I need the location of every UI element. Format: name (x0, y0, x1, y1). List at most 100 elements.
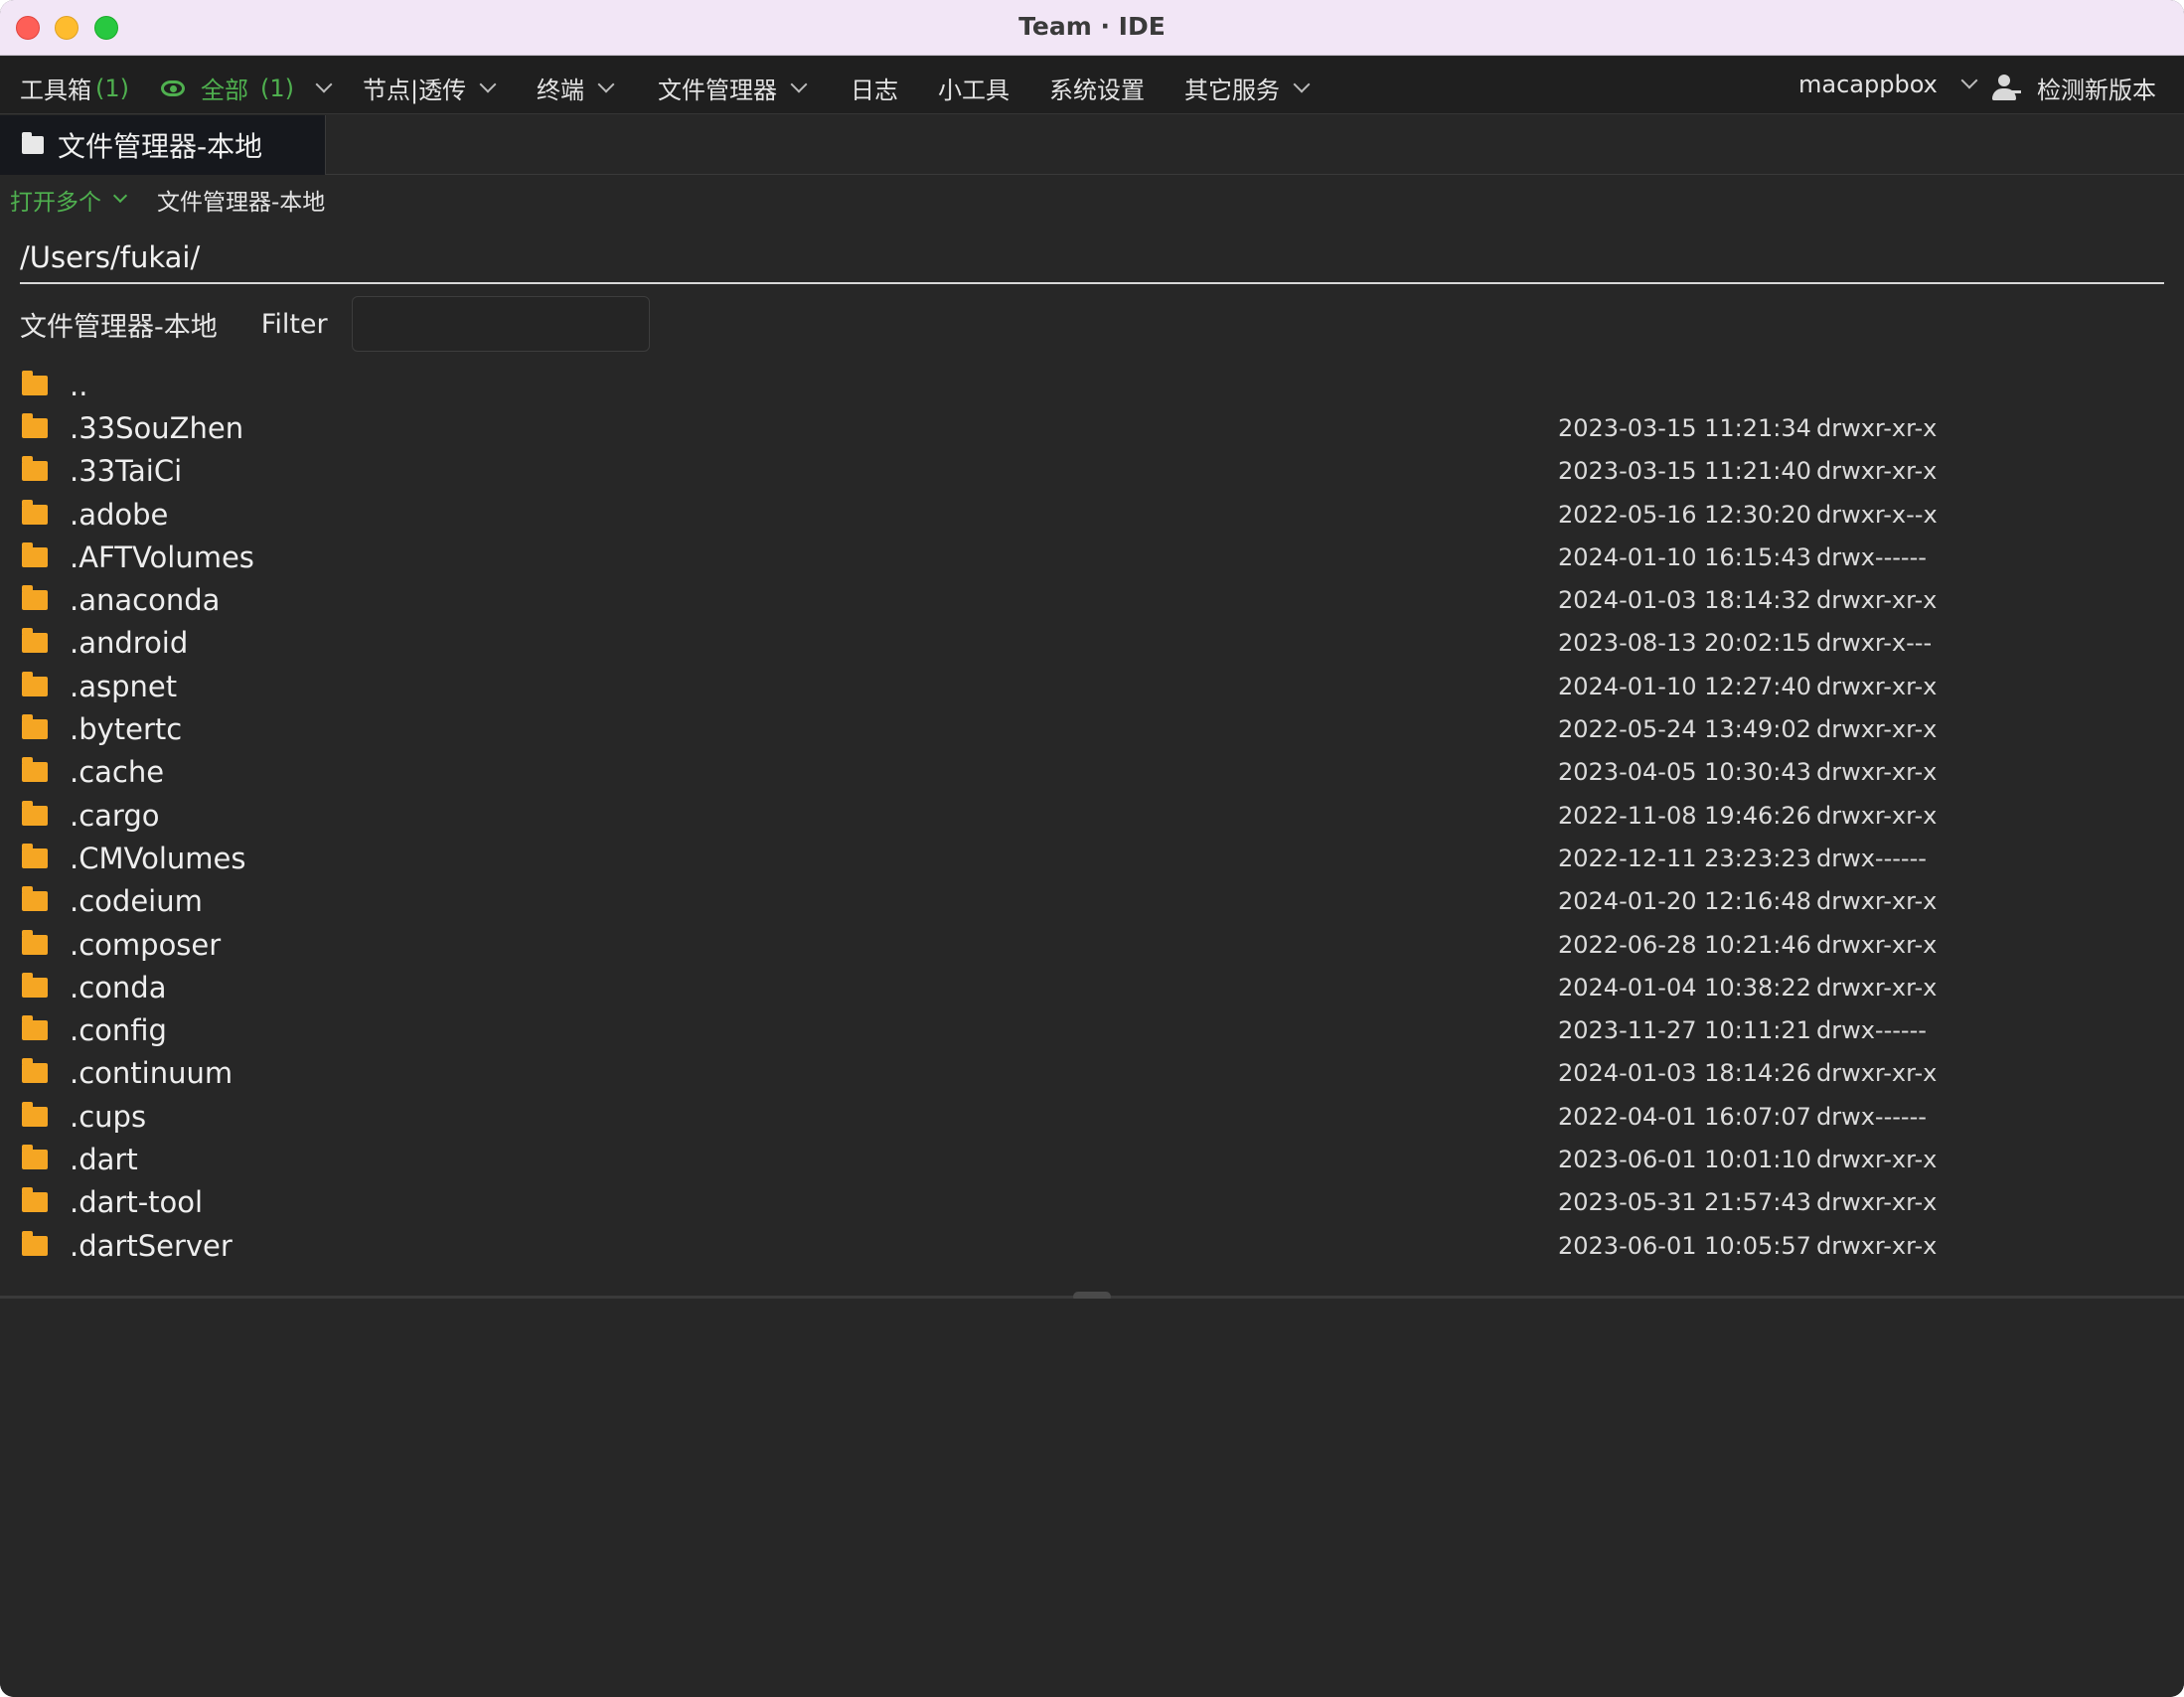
menu-logs[interactable]: 日志 (851, 71, 898, 105)
check-update-button[interactable]: 检测新版本 (1991, 71, 2156, 105)
file-modified-date: 2024-01-10 16:15:43 (1558, 542, 1811, 571)
file-name: .cups (70, 1099, 147, 1134)
file-name: .cargo (70, 798, 160, 833)
folder-icon (22, 671, 48, 696)
folder-icon (22, 1015, 48, 1041)
file-row[interactable]: .dart 2023-06-01 10:01:10 drwxr-xr-x (0, 1138, 2184, 1180)
file-modified-date: 2024-01-04 10:38:22 (1558, 973, 1811, 1002)
menu-nodes[interactable]: 节点|透传 (363, 71, 497, 105)
menu-account-label: macappbox (1798, 71, 1938, 98)
menu-settings[interactable]: 系统设置 (1049, 71, 1145, 105)
file-permissions: drwxr-xr-x (1816, 1231, 1938, 1260)
file-row[interactable]: .android 2023-08-13 20:02:15 drwxr-x--- (0, 622, 2184, 665)
file-permissions: drwxr-xr-x (1816, 413, 1938, 442)
file-modified-date: 2023-06-01 10:01:10 (1558, 1145, 1811, 1173)
menu-account[interactable]: macappbox (1798, 71, 1978, 98)
user-key-icon (1991, 74, 2021, 102)
sub-toolbar: 打开多个 文件管理器-本地 (10, 183, 325, 217)
folder-icon (22, 412, 48, 438)
menu-all-count: (1) (260, 74, 294, 102)
menu-other-services[interactable]: 其它服务 (1184, 71, 1311, 105)
menu-nodes-label: 节点|透传 (363, 77, 467, 104)
file-row[interactable]: .anaconda 2024-01-03 18:14:32 drwxr-xr-x (0, 578, 2184, 621)
file-row[interactable]: .33SouZhen 2023-03-15 11:21:34 drwxr-xr-x (0, 406, 2184, 449)
folder-icon (22, 757, 48, 783)
breadcrumb[interactable]: 文件管理器-本地 (157, 183, 325, 217)
folder-icon (22, 541, 48, 567)
file-row[interactable]: .continuum 2024-01-03 18:14:26 drwxr-xr-x (0, 1052, 2184, 1095)
file-name: .codeium (70, 884, 203, 919)
folder-icon (22, 972, 48, 998)
file-permissions: drwx------ (1816, 1102, 1927, 1131)
file-modified-date: 2023-03-15 11:21:40 (1558, 457, 1811, 486)
file-row[interactable]: .config 2023-11-27 10:11:21 drwx------ (0, 1008, 2184, 1051)
file-name: .conda (70, 970, 167, 1004)
menu-toolbox[interactable]: 工具箱 (1) (20, 71, 129, 105)
menu-terminal[interactable]: 终端 (537, 71, 615, 105)
file-row[interactable]: .cargo 2022-11-08 19:46:26 drwxr-xr-x (0, 794, 2184, 837)
filter-label: Filter (260, 308, 328, 340)
menu-all[interactable]: 全部 (1) (161, 71, 333, 105)
menu-all-label: 全部 (201, 77, 248, 104)
folder-icon (22, 886, 48, 912)
file-permissions: drwx------ (1816, 844, 1927, 872)
file-permissions: drwxr-xr-x (1816, 973, 1938, 1002)
folder-icon (22, 929, 48, 955)
file-permissions: drwxr-xr-x (1816, 715, 1938, 744)
folder-icon (22, 132, 44, 154)
file-row[interactable]: .33TaiCi 2023-03-15 11:21:40 drwxr-xr-x (0, 450, 2184, 493)
file-modified-date: 2023-06-01 10:05:57 (1558, 1231, 1811, 1260)
folder-icon (22, 370, 48, 395)
path-input[interactable]: /Users/fukai/ (20, 238, 2164, 284)
file-row[interactable]: .cups 2022-04-01 16:07:07 drwx------ (0, 1095, 2184, 1138)
file-row[interactable]: .CMVolumes 2022-12-11 23:23:23 drwx------ (0, 837, 2184, 879)
file-modified-date: 2023-03-15 11:21:34 (1558, 413, 1811, 442)
menu-toolbox-count: (1) (95, 74, 129, 102)
check-update-label: 检测新版本 (2037, 77, 2156, 104)
file-row[interactable]: .dart-tool 2023-05-31 21:57:43 drwxr-xr-x (0, 1181, 2184, 1224)
file-modified-date: 2023-08-13 20:02:15 (1558, 629, 1811, 658)
menu-logs-label: 日志 (851, 77, 898, 104)
file-permissions: drwx------ (1816, 1016, 1927, 1045)
menu-tools-label: 小工具 (938, 77, 1010, 104)
file-row[interactable]: .cache 2023-04-05 10:30:43 drwxr-xr-x (0, 751, 2184, 794)
file-permissions: drwxr-xr-x (1816, 457, 1938, 486)
file-row[interactable]: .composer 2022-06-28 10:21:46 drwxr-xr-x (0, 923, 2184, 966)
filter-input[interactable] (351, 296, 650, 352)
file-row[interactable]: .adobe 2022-05-16 12:30:20 drwxr-x--x (0, 493, 2184, 536)
menu-bar: 工具箱 (1) 全部 (1) 节点|透传 终端 文件管理器 日志 小工具 系统设… (0, 57, 2184, 114)
menu-file-manager[interactable]: 文件管理器 (658, 71, 808, 105)
folder-icon (22, 499, 48, 525)
window-title: Team · IDE (1018, 12, 1166, 41)
folder-icon (22, 456, 48, 482)
file-name: .33SouZhen (70, 410, 244, 445)
menu-other-services-label: 其它服务 (1184, 77, 1280, 104)
folder-icon (22, 1101, 48, 1127)
file-row[interactable]: .dartServer 2023-06-01 10:05:57 drwxr-xr-x (0, 1224, 2184, 1267)
file-name: .33TaiCi (70, 454, 183, 489)
file-modified-date: 2024-01-03 18:14:32 (1558, 586, 1811, 615)
folder-icon (22, 714, 48, 740)
file-permissions: drwx------ (1816, 542, 1927, 571)
file-name: .cache (70, 755, 165, 790)
folder-icon (22, 585, 48, 611)
file-row[interactable]: .AFTVolumes 2024-01-10 16:15:43 drwx------ (0, 536, 2184, 578)
file-modified-date: 2022-12-11 23:23:23 (1558, 844, 1811, 872)
file-row[interactable]: .aspnet 2024-01-10 12:27:40 drwxr-xr-x (0, 665, 2184, 707)
menu-file-manager-label: 文件管理器 (658, 77, 777, 104)
file-modified-date: 2022-04-01 16:07:07 (1558, 1102, 1811, 1131)
folder-icon (22, 800, 48, 826)
folder-icon (22, 1144, 48, 1169)
file-permissions: drwxr-x--x (1816, 500, 1938, 529)
file-permissions: drwxr-xr-x (1816, 586, 1938, 615)
open-many-dropdown[interactable]: 打开多个 (10, 183, 128, 217)
file-row[interactable]: .. (0, 364, 2184, 406)
file-name: .bytertc (70, 712, 183, 747)
chevron-down-icon (1960, 72, 1978, 89)
file-row[interactable]: .bytertc 2022-05-24 13:49:02 drwxr-xr-x (0, 707, 2184, 750)
menu-tools[interactable]: 小工具 (938, 71, 1010, 105)
tab-file-manager-local[interactable]: 文件管理器-本地 (0, 115, 326, 175)
file-row[interactable]: .conda 2024-01-04 10:38:22 drwxr-xr-x (0, 966, 2184, 1008)
file-name: .composer (70, 927, 222, 962)
file-row[interactable]: .codeium 2024-01-20 12:16:48 drwxr-xr-x (0, 880, 2184, 923)
